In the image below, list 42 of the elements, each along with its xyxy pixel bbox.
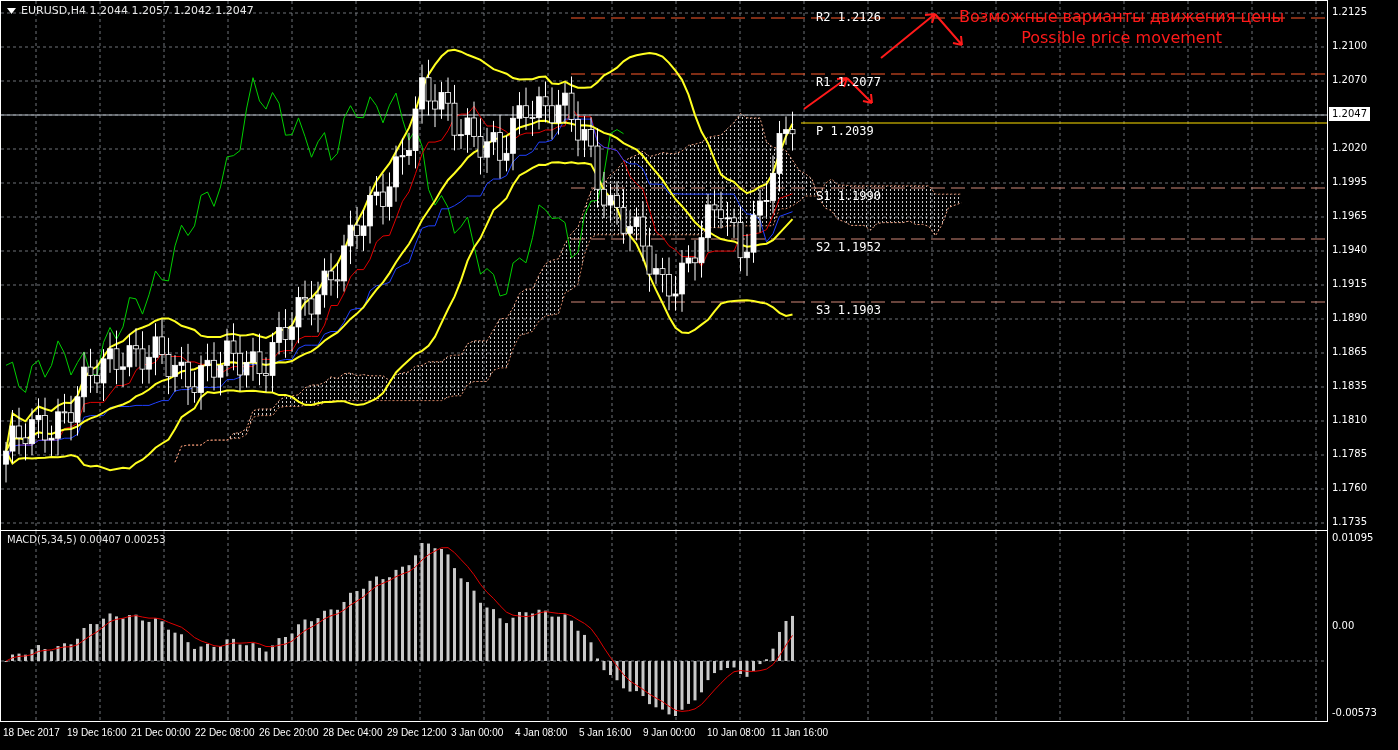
time-axis-label: 28 Dec 04:00 (323, 727, 384, 738)
price-axis-label: 1.2020 (1332, 141, 1367, 155)
time-axis-label: 10 Jan 08:00 (707, 727, 766, 738)
current-price-label: 1.2047 (1329, 107, 1370, 121)
time-axis-label: 5 Jan 16:00 (579, 727, 633, 738)
pivot-label: P 1.2039 (816, 124, 874, 138)
time-axis-label: 9 Jan 00:00 (643, 727, 697, 738)
price-axis-label: 1.1890 (1332, 311, 1367, 325)
price-axis-label: 1.2100 (1332, 39, 1367, 53)
time-axis-label: 3 Jan 00:00 (451, 727, 505, 738)
time-axis-label: 29 Dec 12:00 (387, 727, 448, 738)
price-axis-label: 1.2125 (1332, 5, 1367, 19)
time-axis-label: 18 Dec 2017 (3, 727, 61, 738)
price-axis-label: 1.1915 (1332, 277, 1367, 291)
time-axis-label: 4 Jan 08:00 (515, 727, 569, 738)
price-axis-label: 1.1835 (1332, 379, 1367, 393)
annotation-text: Возможные варианты движения цены (959, 7, 1285, 26)
time-axis-label: 26 Dec 20:00 (259, 727, 320, 738)
pivot-label: R2 1.2126 (816, 10, 882, 24)
time-axis-label: 11 Jan 16:00 (771, 727, 830, 738)
price-axis-label: 1.1865 (1332, 345, 1367, 359)
time-axis-label: 22 Dec 08:00 (195, 727, 256, 738)
macd-title: MACD(5,34,5) 0.00407 0.00253 (7, 534, 166, 545)
pivot-label: S3 1.1903 (816, 303, 882, 317)
dropdown-triangle-icon[interactable] (7, 7, 16, 14)
price-axis-label: 1.1735 (1332, 515, 1367, 529)
price-axis-label: 1.2070 (1332, 73, 1367, 87)
price-axis-label: 1.1995 (1332, 175, 1367, 189)
time-axis-label: 21 Dec 00:00 (131, 727, 192, 738)
annotation-text: Possible price movement (1021, 28, 1223, 47)
price-axis-label: 1.1810 (1332, 413, 1367, 427)
price-axis-label: 1.1785 (1332, 447, 1367, 461)
pivot-label: S2 1.1952 (816, 240, 882, 254)
macd-axis-label: -0.00573 (1332, 706, 1378, 720)
price-axis-label: 1.1965 (1332, 209, 1367, 223)
price-axis-label: 1.1760 (1332, 481, 1367, 495)
chart-title: EURUSD,H4 1.2044 1.2057 1.2042 1.2047 (21, 4, 254, 17)
macd-axis-label: 0.00 (1332, 618, 1356, 633)
time-axis-label: 19 Dec 16:00 (67, 727, 128, 738)
pivot-label: S1 1.1990 (816, 189, 882, 203)
price-axis-label: 1.1940 (1332, 243, 1367, 257)
macd-axis-label: 0.01095 (1332, 531, 1375, 545)
